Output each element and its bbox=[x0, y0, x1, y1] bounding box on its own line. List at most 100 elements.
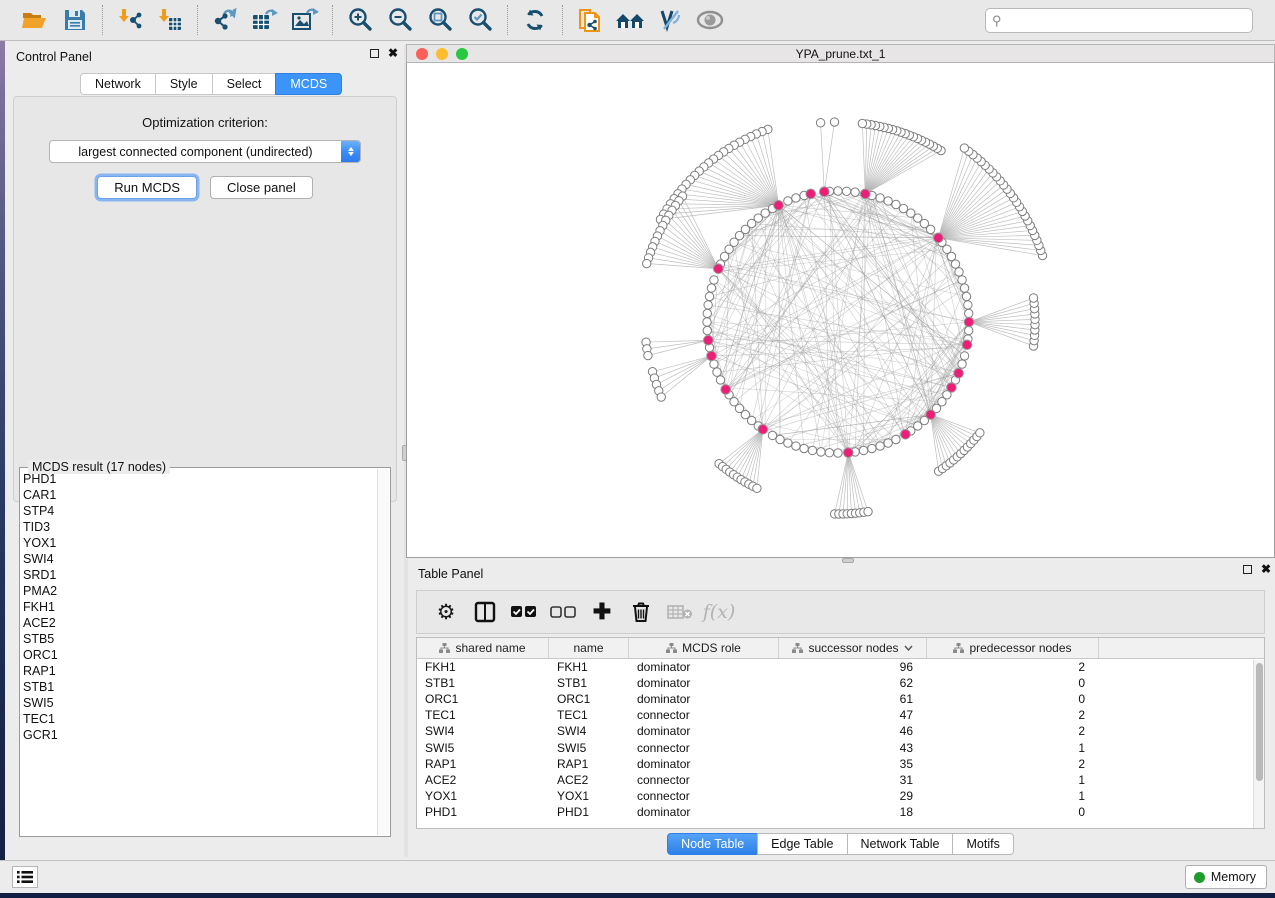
table-cell: 0 bbox=[927, 692, 1099, 706]
close-panel-icon[interactable]: ✖ bbox=[388, 49, 398, 58]
tab-motifs[interactable]: Motifs bbox=[952, 833, 1013, 855]
network-svg bbox=[407, 63, 1273, 556]
task-history-button[interactable] bbox=[12, 866, 38, 888]
table-cell: dominator bbox=[629, 692, 779, 706]
network-titlebar[interactable]: YPA_prune.txt_1 bbox=[406, 44, 1275, 63]
table-row[interactable]: TEC1TEC1connector472 bbox=[417, 707, 1264, 723]
mcds-tab-content: Optimization criterion: largest connecte… bbox=[13, 96, 397, 502]
clear-all-checkboxes-icon[interactable] bbox=[548, 597, 578, 627]
close-table-panel-icon[interactable]: ✖ bbox=[1261, 565, 1271, 574]
result-item[interactable]: FKH1 bbox=[23, 599, 376, 615]
table-cell: ACE2 bbox=[417, 773, 549, 787]
result-item[interactable]: RAP1 bbox=[23, 663, 376, 679]
table-cell: connector bbox=[629, 773, 779, 787]
table-row[interactable]: ORC1ORC1dominator610 bbox=[417, 691, 1264, 707]
function-builder-icon: f(x) bbox=[704, 597, 734, 627]
tab-node-table[interactable]: Node Table bbox=[667, 833, 757, 855]
tab-edge-table[interactable]: Edge Table bbox=[757, 833, 846, 855]
show-all-panels-icon[interactable] bbox=[612, 4, 648, 36]
run-mcds-button[interactable]: Run MCDS bbox=[97, 176, 197, 199]
table-scrollbar-thumb[interactable] bbox=[1256, 663, 1263, 781]
clone-network-icon[interactable] bbox=[572, 4, 608, 36]
result-item[interactable]: STP4 bbox=[23, 503, 376, 519]
search-box[interactable]: ⚲ bbox=[985, 8, 1253, 33]
result-item[interactable]: STB1 bbox=[23, 679, 376, 695]
result-item[interactable]: ACE2 bbox=[23, 615, 376, 631]
result-item[interactable]: SRD1 bbox=[23, 567, 376, 583]
table-row[interactable]: ACE2ACE2connector311 bbox=[417, 772, 1264, 788]
table-cell: 2 bbox=[927, 757, 1099, 771]
save-session-icon[interactable] bbox=[57, 4, 93, 36]
table-row[interactable]: SWI5SWI5connector431 bbox=[417, 739, 1264, 755]
result-item[interactable]: PMA2 bbox=[23, 583, 376, 599]
mcds-result-scrollbar[interactable] bbox=[377, 469, 389, 835]
result-item[interactable]: YOX1 bbox=[23, 535, 376, 551]
table-options-icon[interactable]: ⚙ bbox=[431, 597, 461, 627]
result-item[interactable]: ORC1 bbox=[23, 647, 376, 663]
table-row[interactable]: PHD1PHD1dominator180 bbox=[417, 804, 1264, 820]
column-header-successor-nodes[interactable]: successor nodes bbox=[779, 638, 927, 658]
import-network-icon[interactable] bbox=[112, 4, 148, 36]
zoom-fit-icon[interactable] bbox=[422, 4, 458, 36]
import-table-icon[interactable] bbox=[152, 4, 188, 36]
tab-network-table[interactable]: Network Table bbox=[847, 833, 953, 855]
column-header-MCDS-role[interactable]: MCDS role bbox=[629, 638, 779, 658]
list-icon bbox=[17, 871, 33, 883]
table-row[interactable]: SWI4SWI4dominator462 bbox=[417, 723, 1264, 739]
table-cell: 1 bbox=[927, 741, 1099, 755]
tab-network[interactable]: Network bbox=[80, 73, 155, 95]
optimization-criterion-dropdown[interactable]: largest connected component (undirected) bbox=[49, 140, 361, 163]
float-table-panel-icon[interactable] bbox=[1243, 565, 1252, 574]
column-header-shared-name[interactable]: shared name bbox=[417, 638, 549, 658]
tab-select[interactable]: Select bbox=[212, 73, 276, 95]
table-tabs: Node TableEdge TableNetwork TableMotifs bbox=[406, 833, 1275, 857]
table-row[interactable]: FKH1FKH1dominator962 bbox=[417, 659, 1264, 675]
zoom-in-icon[interactable] bbox=[342, 4, 378, 36]
result-item[interactable]: SWI5 bbox=[23, 695, 376, 711]
table-cell: FKH1 bbox=[417, 660, 549, 674]
search-input[interactable] bbox=[1006, 14, 1246, 28]
select-all-checkboxes-icon[interactable] bbox=[509, 597, 539, 627]
zoom-out-icon[interactable] bbox=[382, 4, 418, 36]
refresh-view-icon[interactable] bbox=[517, 4, 553, 36]
result-item[interactable]: STB5 bbox=[23, 631, 376, 647]
memory-button[interactable]: Memory bbox=[1185, 865, 1267, 889]
hide-vizmap-icon[interactable] bbox=[652, 4, 688, 36]
mcds-result-list[interactable]: PHD1CAR1STP4TID3YOX1SWI4SRD1PMA2FKH1ACE2… bbox=[23, 471, 376, 833]
result-item[interactable]: CAR1 bbox=[23, 487, 376, 503]
result-item[interactable]: TID3 bbox=[23, 519, 376, 535]
table-cell: 2 bbox=[927, 708, 1099, 722]
open-file-icon[interactable] bbox=[17, 4, 53, 36]
show-graphics-details-icon[interactable] bbox=[692, 4, 728, 36]
tab-mcds[interactable]: MCDS bbox=[275, 73, 342, 95]
table-cell: SWI4 bbox=[549, 724, 629, 738]
table-cell: 31 bbox=[779, 773, 927, 787]
table-row[interactable]: STB1STB1dominator620 bbox=[417, 675, 1264, 691]
result-item[interactable]: SWI4 bbox=[23, 551, 376, 567]
add-column-icon[interactable]: ✚ bbox=[587, 597, 617, 627]
table-cell: 2 bbox=[927, 724, 1099, 738]
result-item[interactable]: PHD1 bbox=[23, 471, 376, 487]
tab-style[interactable]: Style bbox=[155, 73, 212, 95]
delete-column-icon[interactable] bbox=[626, 597, 656, 627]
float-panel-icon[interactable] bbox=[370, 49, 379, 58]
table-cell: 35 bbox=[779, 757, 927, 771]
zoom-selected-icon[interactable] bbox=[462, 4, 498, 36]
table-cell: 1 bbox=[927, 789, 1099, 803]
search-icon: ⚲ bbox=[992, 13, 1002, 29]
result-item[interactable]: TEC1 bbox=[23, 711, 376, 727]
table-cell: FKH1 bbox=[549, 660, 629, 674]
column-header-predecessor-nodes[interactable]: predecessor nodes bbox=[927, 638, 1099, 658]
table-row[interactable]: RAP1RAP1dominator352 bbox=[417, 756, 1264, 772]
table-row[interactable]: YOX1YOX1connector291 bbox=[417, 788, 1264, 804]
result-item[interactable]: GCR1 bbox=[23, 727, 376, 743]
export-image-icon[interactable] bbox=[287, 4, 323, 36]
network-canvas[interactable] bbox=[406, 63, 1275, 558]
export-table-icon[interactable] bbox=[247, 4, 283, 36]
column-header-name[interactable]: name bbox=[549, 638, 629, 658]
table-cell: dominator bbox=[629, 660, 779, 674]
show-columns-icon[interactable] bbox=[470, 597, 500, 627]
close-panel-button[interactable]: Close panel bbox=[210, 176, 313, 199]
export-network-icon[interactable] bbox=[207, 4, 243, 36]
table-scrollbar[interactable] bbox=[1253, 660, 1264, 828]
